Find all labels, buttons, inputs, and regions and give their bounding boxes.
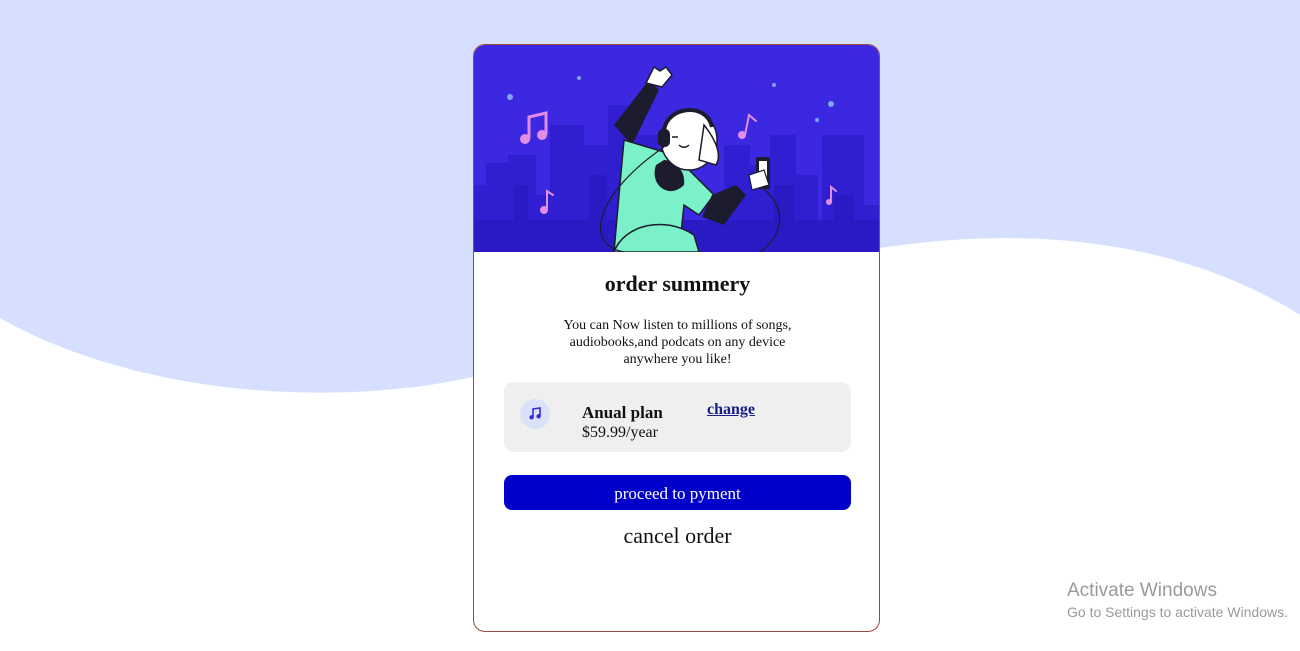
change-plan-link[interactable]: change [707,401,755,419]
plan-name: Anual plan [582,403,663,422]
plan-summary: Anual plan $59.99/year change [504,382,851,452]
watermark-title: Activate Windows [1067,580,1217,601]
card-title: order summery [604,271,751,296]
cancel-order-button[interactable]: cancel order [474,523,879,549]
hero-illustration [474,45,879,252]
card-description: You can Now listen to millions of songs,… [563,318,792,367]
plan-price: $59.99/year [582,424,658,441]
watermark-subtitle: Go to Settings to activate Windows. [1067,604,1288,620]
order-summary-card: order summery You can Now listen to mill… [473,44,880,632]
music-note-icon [520,399,550,429]
activate-windows-watermark: Activate Windows Go to Settings to activ… [1067,580,1288,622]
proceed-to-payment-button[interactable]: proceed to pyment [504,475,851,510]
